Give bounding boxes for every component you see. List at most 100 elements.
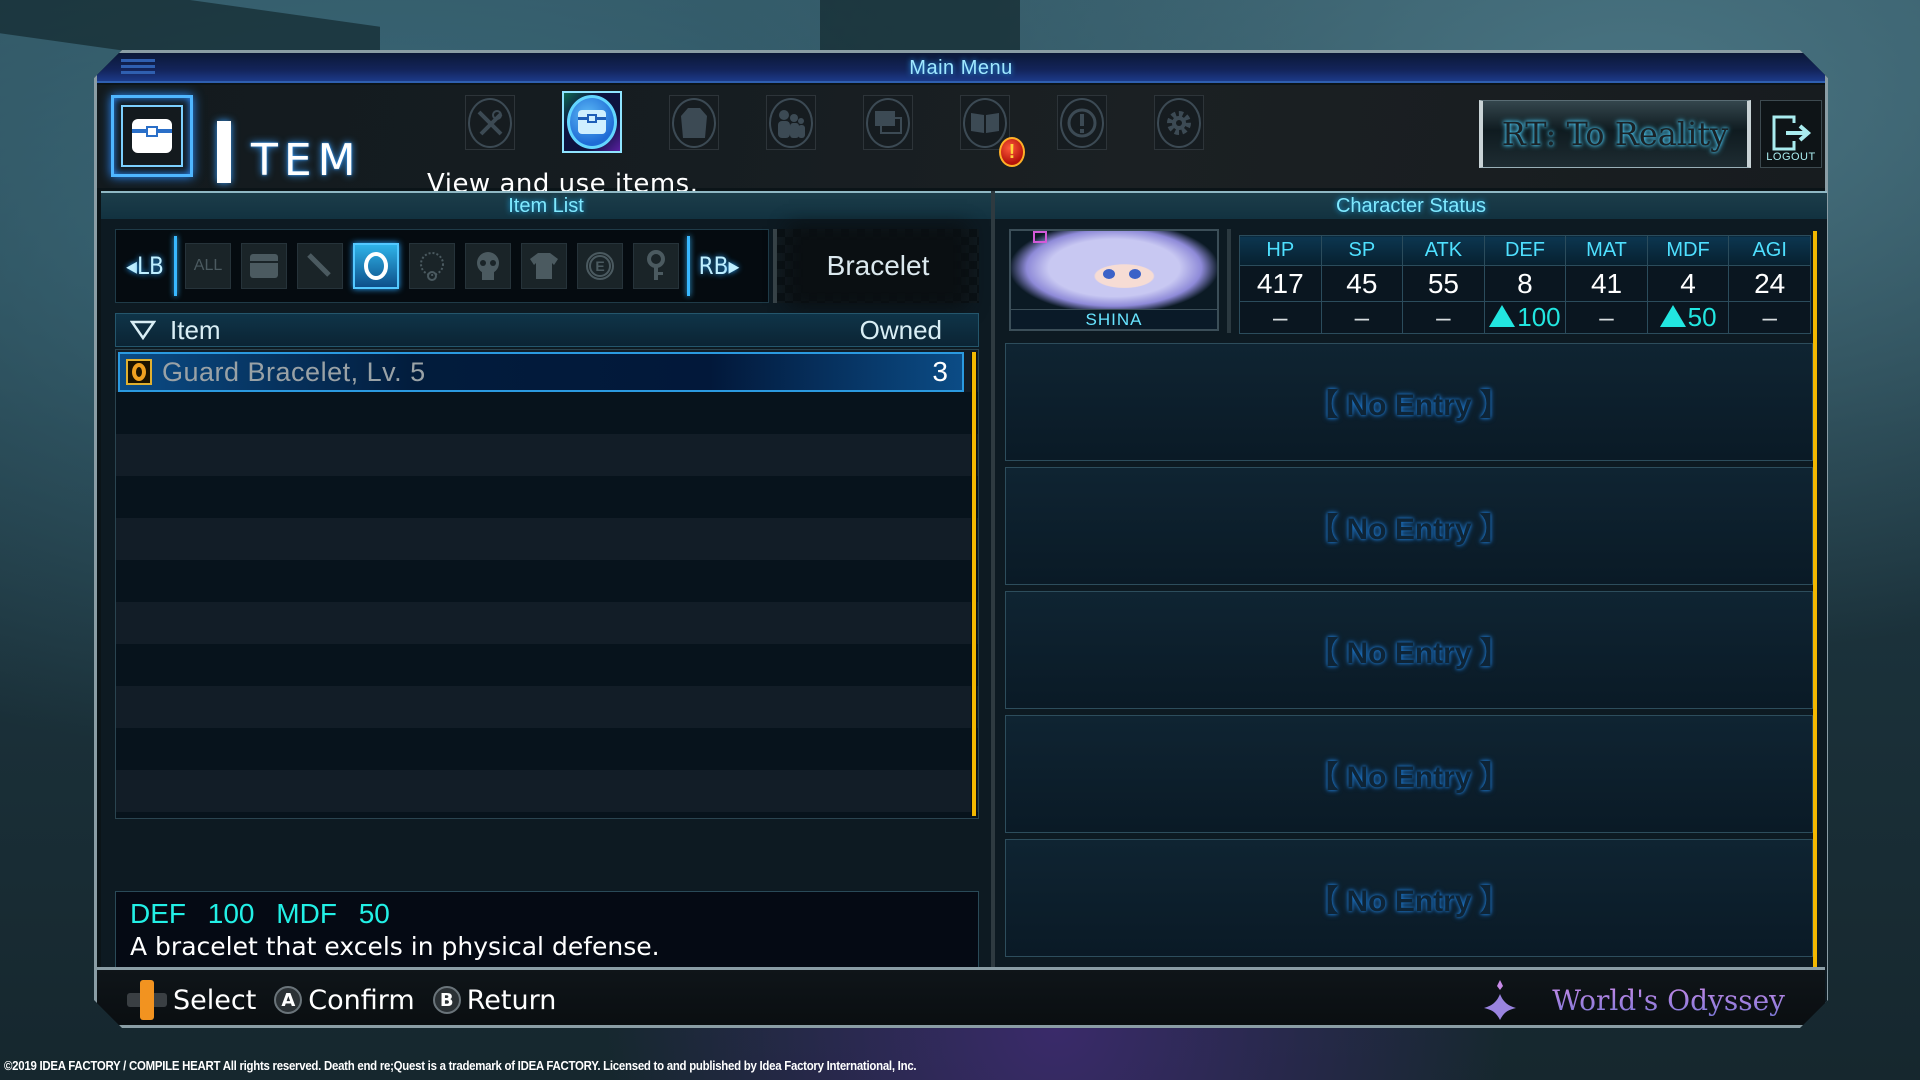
menu-windows-button[interactable]: [863, 95, 913, 150]
necklace-icon: [417, 250, 447, 282]
no-entry-label: 【 No Entry 】: [1308, 513, 1510, 546]
party-icon: [774, 108, 808, 138]
menu-item-button[interactable]: [562, 91, 622, 153]
header: TEM ! View and use items. RT: To Reality…: [97, 85, 1825, 188]
control-hints: Select A Confirm B Return: [127, 980, 556, 1020]
selected-category-label: Bracelet: [803, 240, 954, 292]
stat-delta-value: –: [1599, 302, 1614, 332]
alert-badge-icon: !: [999, 137, 1025, 167]
stat-header-sp: SP: [1321, 236, 1403, 266]
menu-equipment-button[interactable]: [669, 95, 719, 150]
rb-button[interactable]: RB▸: [690, 252, 748, 280]
stat-value-row: 417 45 55 8 41 4 24: [1240, 266, 1811, 302]
section-title-text: TEM: [251, 135, 362, 186]
character-portrait: [1011, 231, 1217, 313]
section-title: TEM: [217, 103, 362, 183]
item-list-columns: Item Owned: [115, 313, 979, 347]
stat-delta-sp: –: [1321, 302, 1403, 334]
item-row[interactable]: Guard Bracelet, Lv. 5 3: [118, 352, 964, 392]
no-entry-label: 【 No Entry 】: [1308, 761, 1510, 794]
increase-arrow-icon: [1660, 305, 1686, 327]
item-owned-count: 3: [932, 356, 948, 387]
tab-weapons[interactable]: [297, 243, 343, 289]
bracelet-icon: [363, 251, 389, 281]
stat-header-hp: HP: [1240, 236, 1322, 266]
character-status-title: Character Status: [1335, 195, 1487, 217]
stat-delta-atk: –: [1403, 302, 1485, 334]
menu-skills-button[interactable]: [465, 95, 515, 150]
stat-delta-mat: –: [1566, 302, 1648, 334]
party-slot-empty[interactable]: 【 No Entry 】: [1005, 715, 1813, 833]
character-card[interactable]: SHINA: [1009, 229, 1219, 331]
stat-delta-agi: –: [1729, 302, 1811, 334]
stat-delta-def: 100: [1484, 302, 1566, 334]
party-slot-empty[interactable]: 【 No Entry 】: [1005, 591, 1813, 709]
stat-delta-hp: –: [1240, 302, 1322, 334]
chest-icon: [130, 117, 174, 155]
party-slot-empty[interactable]: 【 No Entry 】: [1005, 839, 1813, 957]
column-item[interactable]: Item: [170, 315, 221, 346]
sort-triangle-icon[interactable]: [130, 320, 156, 340]
item-list-title: Item List: [508, 195, 584, 217]
item-list-header-bar: Item List: [101, 191, 991, 219]
to-reality-button[interactable]: RT: To Reality: [1479, 100, 1751, 168]
tab-skull[interactable]: [465, 243, 511, 289]
selected-category: Bracelet: [773, 229, 979, 303]
no-entry-label: 【 No Entry 】: [1308, 885, 1510, 918]
stat-header-def: DEF: [1484, 236, 1566, 266]
tab-bracelet[interactable]: [353, 243, 399, 289]
tab-necklace[interactable]: [409, 243, 455, 289]
tab-consumables[interactable]: [241, 243, 287, 289]
tab-e-items[interactable]: E: [577, 243, 623, 289]
hint-confirm-label: Confirm: [308, 984, 415, 1016]
logout-button[interactable]: LOGOUT: [1760, 100, 1822, 168]
chest-icon: [577, 109, 607, 135]
gear-icon: [1164, 108, 1194, 138]
hint-select: Select: [127, 980, 256, 1020]
category-tabs: ALL E: [177, 243, 687, 289]
menu-notice-button[interactable]: [1057, 95, 1107, 150]
lb-button[interactable]: ◂LB: [116, 252, 174, 280]
stat-value-mdf: 4: [1647, 266, 1729, 302]
stat-delta-mdf: 50: [1647, 302, 1729, 334]
item-description-text: A bracelet that excels in physical defen…: [130, 932, 660, 961]
skull-icon: [473, 250, 503, 282]
stat-header-atk: ATK: [1403, 236, 1485, 266]
increase-arrow-icon: [1489, 305, 1515, 327]
party-slot-empty[interactable]: 【 No Entry 】: [1005, 467, 1813, 585]
coat-icon: [679, 106, 709, 140]
item-list-panel: Item List ◂LB ALL E RB▸ Bracelet Item Ow…: [101, 191, 991, 1021]
stat-delta-value: –: [1354, 302, 1370, 332]
menu-party-button[interactable]: [766, 95, 816, 150]
scrollbar-thumb[interactable]: [972, 352, 976, 816]
item-stats: DEF 100 MDF 50: [130, 898, 390, 929]
stat-value-atk: 55: [1403, 266, 1485, 302]
key-icon: [645, 250, 667, 282]
stat-value-mat: 41: [1566, 266, 1648, 302]
footer-bar: Select A Confirm B Return World's Odysse…: [97, 967, 1825, 1025]
tab-all[interactable]: ALL: [185, 243, 231, 289]
menu-library-button[interactable]: !: [960, 95, 1010, 150]
to-reality-label: RT: To Reality: [1501, 115, 1729, 153]
stat-value-hp: 417: [1240, 266, 1322, 302]
item-list-scrollbar[interactable]: [971, 352, 977, 816]
no-entry-label: 【 No Entry 】: [1308, 389, 1510, 422]
party-slot-empty[interactable]: 【 No Entry 】: [1005, 343, 1813, 461]
tab-key-items[interactable]: [633, 243, 679, 289]
portrait-eye: [1103, 269, 1115, 279]
menu-settings-button[interactable]: [1154, 95, 1204, 150]
stat-delta-row: – – – 100 – 50 –: [1240, 302, 1811, 334]
stat-delta-value: 100: [1517, 302, 1561, 332]
card-divider: [1227, 229, 1231, 333]
b-button-icon: B: [433, 986, 461, 1014]
tab-clothes[interactable]: [521, 243, 567, 289]
hint-return-label: Return: [466, 984, 557, 1016]
stat-delta-value: –: [1273, 302, 1288, 332]
bracelet-item-icon: [126, 359, 152, 385]
stat-header-mat: MAT: [1566, 236, 1648, 266]
window-title: Main Menu: [909, 57, 1013, 79]
column-owned[interactable]: Owned: [860, 315, 942, 346]
hint-confirm: A Confirm: [274, 985, 414, 1016]
character-status-scrollbar[interactable]: [1813, 231, 1817, 1011]
svg-text:E: E: [595, 258, 604, 274]
